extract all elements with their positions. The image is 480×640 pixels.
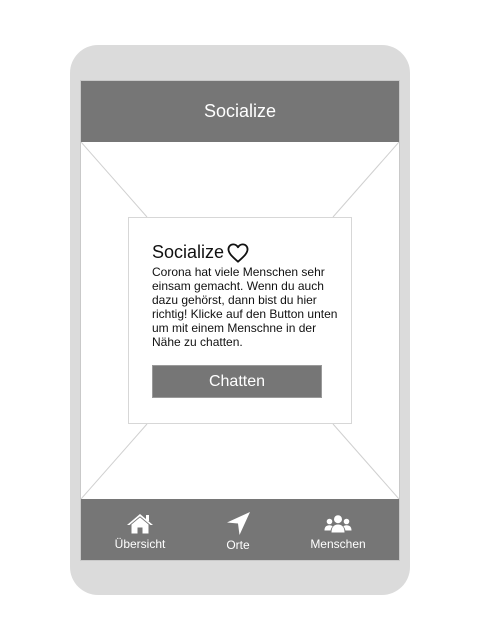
chat-button[interactable]: Chatten	[152, 365, 322, 398]
bottom-tab-bar: Übersicht Orte Menschen	[81, 499, 399, 560]
app-title: Socialize	[203, 101, 277, 121]
card-description: Corona hat viele Menschen sehr einsam ge…	[152, 265, 338, 349]
home-icon	[127, 514, 153, 534]
app-header: Socialize	[81, 81, 399, 142]
card-title: Socialize	[152, 242, 249, 263]
app-screen: Socialize Socialize Corona hat viele Men…	[80, 80, 400, 561]
tab-menschen-label: Menschen	[310, 537, 366, 551]
users-icon	[324, 515, 352, 533]
location-arrow-icon	[226, 512, 250, 535]
tab-uebersicht[interactable]: Übersicht	[103, 499, 177, 560]
tab-menschen[interactable]: Menschen	[301, 499, 375, 560]
tab-orte[interactable]: Orte	[208, 499, 268, 560]
heart-outline-icon	[227, 242, 249, 263]
tab-orte-label: Orte	[226, 538, 250, 552]
chat-button-label: Chatten	[208, 372, 266, 390]
card-title-text: Socialize	[152, 242, 225, 262]
intro-card: Socialize Corona hat viele Menschen sehr…	[128, 217, 352, 424]
tab-uebersicht-label: Übersicht	[114, 537, 166, 551]
